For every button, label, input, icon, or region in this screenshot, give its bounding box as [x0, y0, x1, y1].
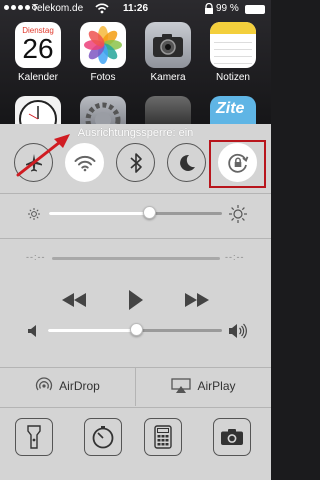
airplay-button[interactable]: AirPlay	[136, 368, 271, 404]
app-kamera[interactable]: Kamera	[143, 22, 193, 83]
volume-low-icon	[28, 325, 36, 337]
airdrop-icon	[36, 377, 53, 391]
annotation-arrow	[16, 134, 70, 177]
app-label: Kalender	[17, 72, 59, 83]
brightness-fill	[49, 212, 150, 215]
previous-track-button[interactable]	[61, 293, 87, 307]
next-track-button[interactable]	[184, 293, 210, 307]
app-label: Notizen	[216, 72, 250, 83]
airdrop-label: AirDrop	[59, 379, 100, 393]
calculator-icon	[154, 425, 172, 449]
calendar-day: 26	[22, 33, 54, 64]
battery-percentage: 99 %	[216, 3, 239, 14]
camera-button[interactable]	[213, 418, 251, 456]
timer-button[interactable]	[84, 418, 122, 456]
app-label: Kamera	[150, 72, 186, 83]
calendar-icon: Dienstag 26	[15, 22, 61, 68]
app-label: Fotos	[90, 72, 116, 83]
brightness-high-icon	[229, 205, 247, 223]
music-progress-bar[interactable]	[52, 257, 220, 260]
brightness-slider[interactable]	[49, 212, 222, 215]
status-bar: Telekom.de 11:26 99 %	[0, 0, 271, 18]
airplay-icon	[171, 378, 192, 393]
flashlight-button[interactable]	[15, 418, 53, 456]
volume-fill	[48, 329, 137, 332]
timer-icon	[92, 426, 114, 449]
app-kalender[interactable]: Dienstag 26 Kalender	[13, 22, 63, 83]
brightness-low-icon	[28, 208, 40, 220]
separator	[0, 193, 271, 194]
zite-logo-text: Zite	[216, 100, 245, 117]
brightness-slider-thumb[interactable]	[142, 206, 156, 219]
orientation-lock-status-icon	[205, 3, 213, 14]
home-screen: Telekom.de 11:26 99 % Dienstag 26 Kalend…	[0, 0, 271, 138]
separator	[0, 407, 271, 408]
separator	[0, 238, 271, 239]
app-notizen[interactable]: Notizen	[208, 22, 258, 83]
camera-icon	[221, 429, 243, 445]
volume-high-icon	[229, 323, 247, 339]
camera-app-icon	[145, 22, 191, 68]
control-center: Ausrichtungssperre: ein --:-- --:-- AirD…	[0, 124, 271, 480]
music-elapsed-time: --:--	[26, 252, 46, 262]
app-fotos[interactable]: Fotos	[78, 22, 128, 83]
calculator-button[interactable]	[144, 418, 182, 456]
airdrop-button[interactable]: AirDrop	[0, 368, 135, 404]
volume-slider-thumb[interactable]	[130, 323, 144, 336]
battery-icon	[245, 5, 265, 14]
music-remaining-time: --:--	[225, 252, 245, 262]
play-button[interactable]	[128, 290, 144, 310]
photos-icon	[80, 22, 126, 68]
airplay-label: AirPlay	[197, 379, 236, 393]
notes-icon	[210, 22, 256, 68]
flashlight-icon	[27, 425, 41, 449]
